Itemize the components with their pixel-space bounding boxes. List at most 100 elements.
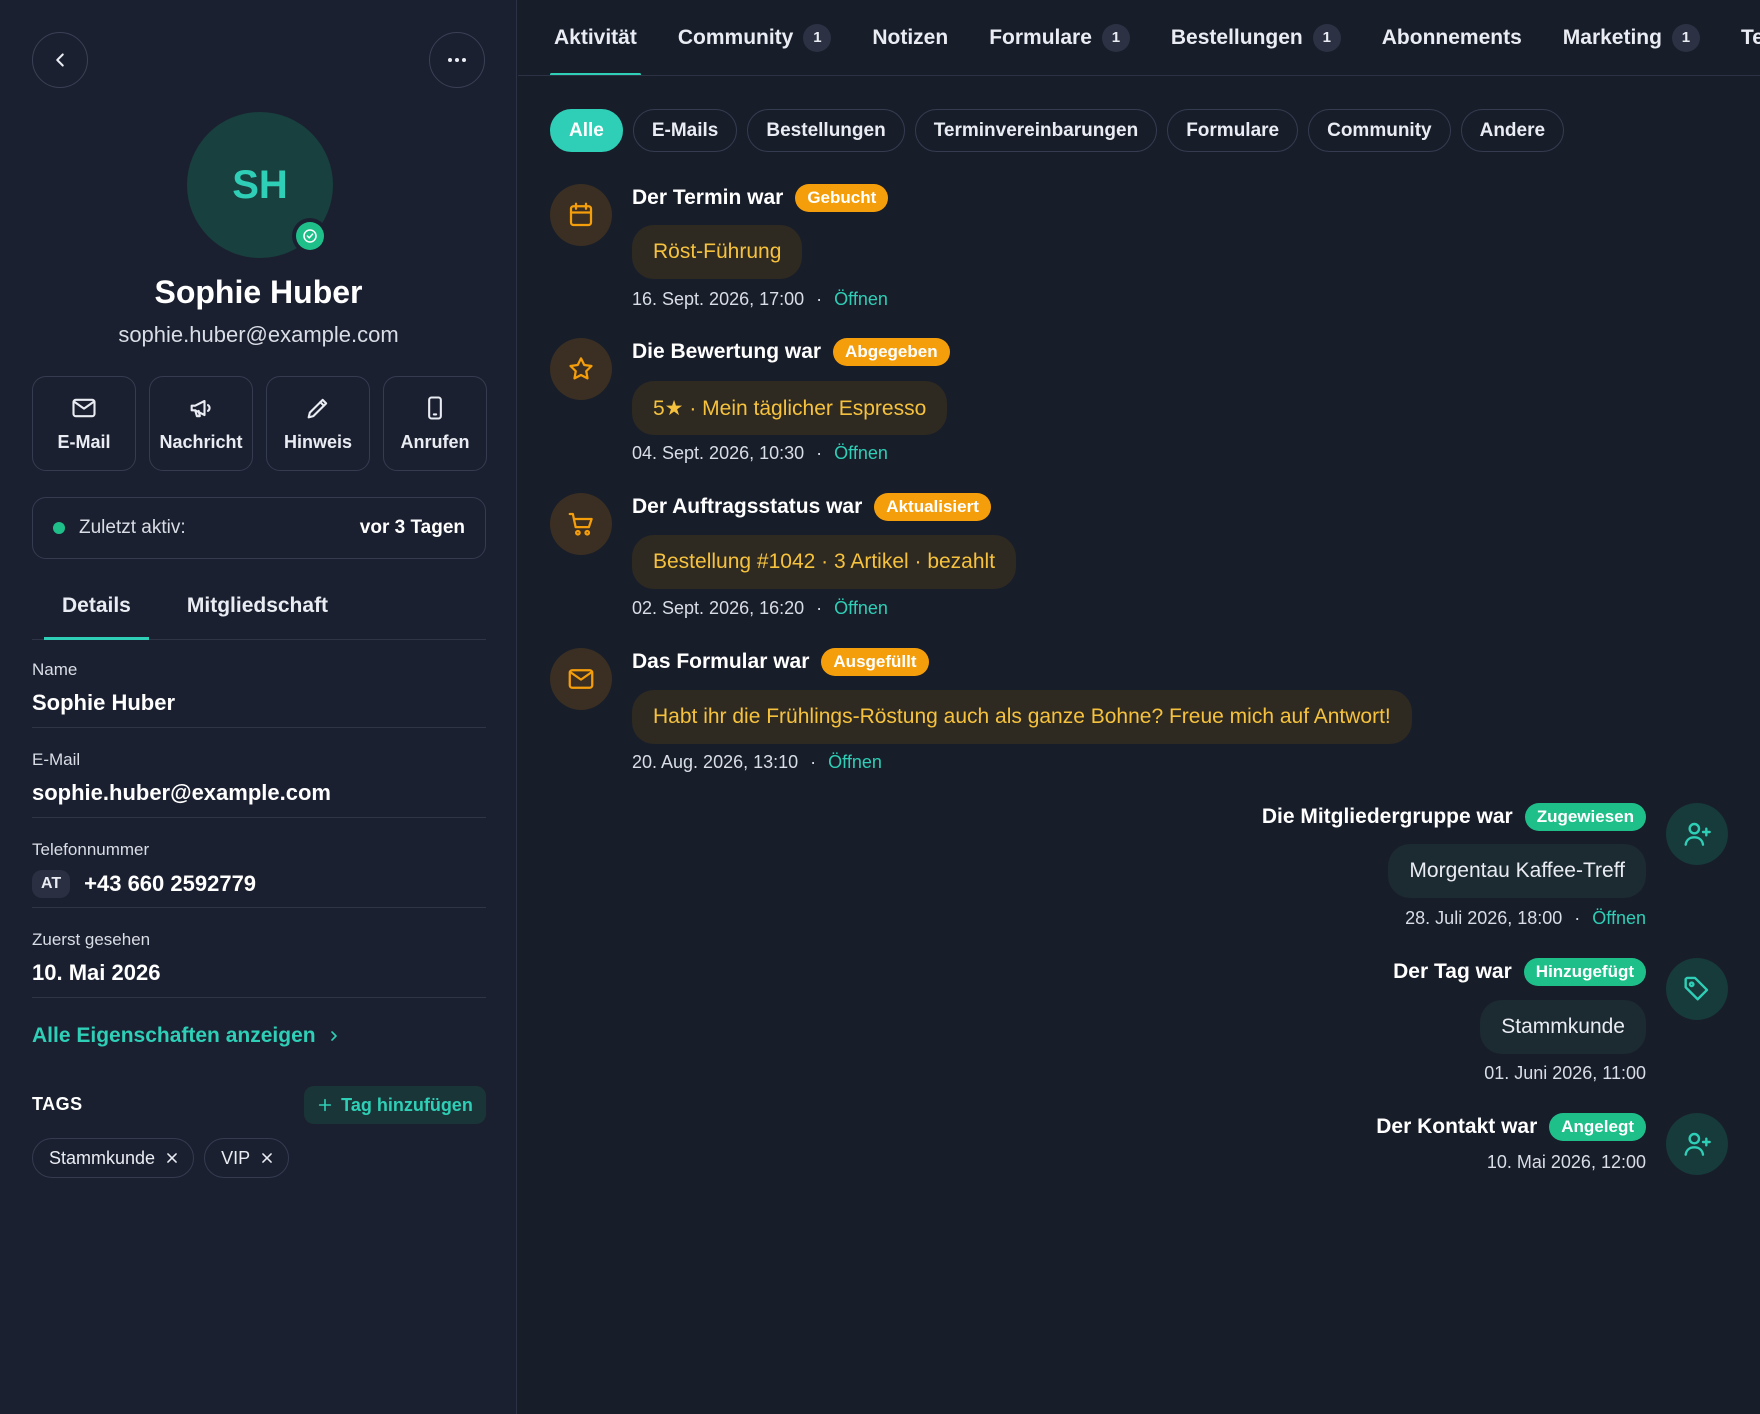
event-title-text: Der Auftragsstatus war xyxy=(632,495,863,518)
event-title: Das Formular war Ausgefüllt xyxy=(632,648,929,676)
message-action-button[interactable]: Nachricht xyxy=(149,376,253,471)
tab-membership[interactable]: Mitgliedschaft xyxy=(175,590,340,640)
calendar-icon xyxy=(550,184,612,246)
event-time: 01. Juni 2026, 11:00 xyxy=(1484,1063,1646,1083)
tab-activity[interactable]: Aktivität xyxy=(550,0,641,75)
event-title: Der Kontakt war Angelegt xyxy=(1376,1113,1646,1141)
separator-dot: · xyxy=(1574,908,1581,928)
tag-chip: VIP xyxy=(204,1138,290,1178)
pencil-icon xyxy=(304,394,332,422)
filter-other[interactable]: Andere xyxy=(1460,109,1565,152)
contact-sidebar: SH Sophie Huber sophie.huber@example.com… xyxy=(0,0,517,1414)
field-email: E-Mail sophie.huber@example.com xyxy=(32,750,486,818)
show-all-properties-link[interactable]: Alle Eigenschaften anzeigen xyxy=(32,1024,342,1048)
chevron-left-icon xyxy=(49,49,71,71)
open-link[interactable]: Öffnen xyxy=(1592,908,1646,929)
event-meta: 16. Sept. 2026, 17:00 · Öffnen xyxy=(632,289,888,310)
event-title: Die Bewertung war Abgegeben xyxy=(632,338,950,366)
event-title-text: Das Formular war xyxy=(632,650,810,673)
separator-dot: · xyxy=(816,598,823,618)
field-value-row: AT +43 660 2592779 xyxy=(32,870,486,898)
call-action-label: Anrufen xyxy=(400,432,470,452)
count-badge: 1 xyxy=(1671,23,1700,52)
tab-truncated[interactable]: Te xyxy=(1741,0,1760,75)
tab-notes[interactable]: Notizen xyxy=(872,0,949,75)
event-content: Bestellung #1042 · 3 Artikel · bezahlt xyxy=(632,535,1017,589)
event-meta: 04. Sept. 2026, 10:30 · Öffnen xyxy=(632,443,888,464)
count-badge: 1 xyxy=(1101,23,1130,52)
status-badge: Aktualisiert xyxy=(874,493,991,521)
country-code-badge: AT xyxy=(32,870,71,898)
event-meta: 02. Sept. 2026, 16:20 · Öffnen xyxy=(632,598,888,619)
add-tag-button[interactable]: Tag hinzufügen xyxy=(304,1086,486,1124)
status-badge: Abgegeben xyxy=(833,338,950,366)
event-time: 28. Juli 2026, 18:00 xyxy=(1405,908,1563,928)
open-link[interactable]: Öffnen xyxy=(834,598,888,619)
event-content: Stammkunde xyxy=(1480,1000,1646,1054)
tab-details[interactable]: Details xyxy=(44,590,149,640)
event-meta: 10. Mai 2026, 12:00 xyxy=(1487,1152,1646,1173)
last-active-label: Zuletzt aktiv: xyxy=(79,517,186,538)
close-icon[interactable] xyxy=(260,1151,274,1165)
event-content: 5★ · Mein täglicher Espresso xyxy=(632,381,948,435)
add-tag-label: Tag hinzufügen xyxy=(341,1094,473,1115)
tab-forms[interactable]: Formulare 1 xyxy=(989,0,1130,75)
event-title: Der Tag war Hinzugefügt xyxy=(1393,958,1646,986)
activity-nav-tabs: Aktivität Community 1 Notizen Formulare 1 … xyxy=(518,0,1760,76)
tab-subscriptions[interactable]: Abonnements xyxy=(1381,0,1522,75)
event-title: Der Termin war Gebucht xyxy=(632,184,889,212)
filter-forms[interactable]: Formulare xyxy=(1167,109,1299,152)
filter-emails[interactable]: E-Mails xyxy=(632,109,738,152)
tab-orders[interactable]: Bestellungen 1 xyxy=(1171,0,1341,75)
filter-community[interactable]: Community xyxy=(1308,109,1451,152)
tab-label: Abonnements xyxy=(1381,25,1522,49)
tab-marketing[interactable]: Marketing 1 xyxy=(1562,0,1700,75)
close-icon[interactable] xyxy=(165,1151,179,1165)
filter-orders[interactable]: Bestellungen xyxy=(747,109,905,152)
activity-filters: Alle E-Mails Bestellungen Terminvereinba… xyxy=(550,109,1565,152)
event-title: Die Mitgliedergruppe war Zugewiesen xyxy=(1262,803,1646,831)
filter-appointments[interactable]: Terminvereinbarungen xyxy=(914,109,1158,152)
separator-dot: · xyxy=(816,443,823,463)
more-options-button[interactable] xyxy=(429,32,485,88)
detail-tabs: Details Mitgliedschaft xyxy=(32,590,486,640)
phone-icon xyxy=(421,394,449,422)
field-phone: Telefonnummer AT +43 660 2592779 xyxy=(32,840,486,908)
open-link[interactable]: Öffnen xyxy=(834,443,888,464)
email-action-label: E-Mail xyxy=(57,432,111,452)
check-circle-icon xyxy=(301,227,319,245)
event-title-text: Der Kontakt war xyxy=(1376,1115,1538,1138)
count-badge: 1 xyxy=(1312,23,1341,52)
show-all-label: Alle Eigenschaften anzeigen xyxy=(32,1024,316,1047)
event-meta: 01. Juni 2026, 11:00 xyxy=(1484,1063,1646,1084)
user-plus-icon xyxy=(1666,803,1728,865)
last-active-card: Zuletzt aktiv: vor 3 Tagen xyxy=(32,497,486,559)
tab-label: Formulare xyxy=(989,25,1092,49)
open-link[interactable]: Öffnen xyxy=(834,289,888,310)
tag-label: VIP xyxy=(221,1147,251,1168)
mail-icon xyxy=(70,394,98,422)
note-action-label: Hinweis xyxy=(283,432,353,452)
back-button[interactable] xyxy=(32,32,88,88)
separator-dot: · xyxy=(810,752,817,772)
tab-label: Notizen xyxy=(872,25,949,49)
filter-all[interactable]: Alle xyxy=(550,109,623,152)
avatar-initials: SH xyxy=(232,162,288,207)
note-action-button[interactable]: Hinweis xyxy=(266,376,370,471)
field-label: Telefonnummer xyxy=(32,840,150,859)
open-link[interactable]: Öffnen xyxy=(828,752,882,773)
email-action-button[interactable]: E-Mail xyxy=(32,376,136,471)
message-action-label: Nachricht xyxy=(159,432,243,452)
field-label: E-Mail xyxy=(32,750,81,769)
event-time: 02. Sept. 2026, 16:20 xyxy=(632,598,805,618)
field-value: Sophie Huber xyxy=(32,690,176,715)
contact-name: Sophie Huber xyxy=(154,274,363,310)
event-title-text: Die Bewertung war xyxy=(632,340,822,363)
tab-community[interactable]: Community 1 xyxy=(677,0,832,75)
plus-icon xyxy=(317,1097,333,1113)
tab-label: Marketing xyxy=(1562,25,1662,49)
call-action-button[interactable]: Anrufen xyxy=(383,376,487,471)
verified-badge xyxy=(292,218,328,254)
tab-label: Community xyxy=(677,25,794,49)
event-meta: 20. Aug. 2026, 13:10 · Öffnen xyxy=(632,752,882,773)
